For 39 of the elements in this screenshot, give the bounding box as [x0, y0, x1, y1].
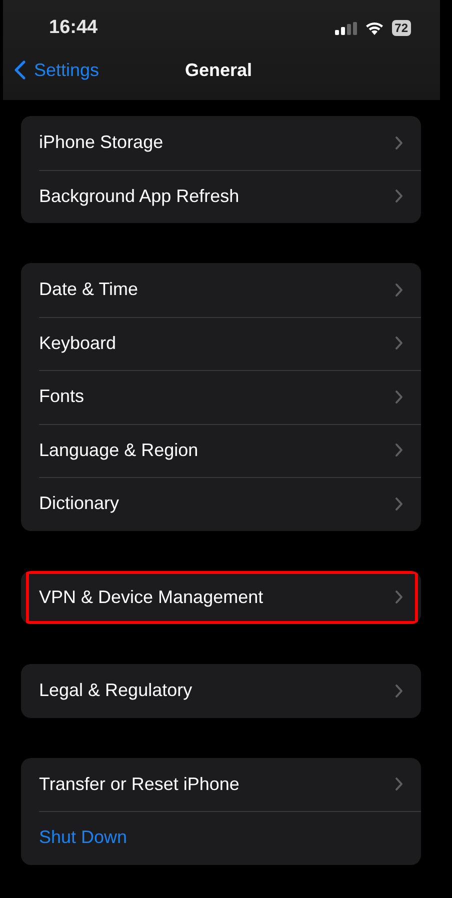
- back-button[interactable]: Settings: [3, 60, 100, 80]
- chevron-right-icon: [395, 443, 403, 458]
- signal-icon: [334, 22, 357, 34]
- settings-row[interactable]: Fonts: [21, 370, 421, 424]
- page-title: General: [184, 60, 252, 80]
- settings-row[interactable]: Language & Region: [21, 424, 421, 477]
- settings-row[interactable]: iPhone Storage: [21, 116, 421, 170]
- chevron-right-icon: [395, 282, 403, 297]
- row-label: Language & Region: [39, 440, 198, 461]
- settings-row[interactable]: VPN & Device Management: [21, 570, 421, 624]
- row-label: VPN & Device Management: [39, 586, 264, 608]
- wifi-icon: [364, 21, 384, 35]
- settings-row[interactable]: Dictionary: [21, 477, 421, 530]
- settings-row[interactable]: Legal & Regulatory: [21, 664, 421, 718]
- row-label: Date & Time: [39, 279, 138, 300]
- settings-row[interactable]: Transfer or Reset iPhone: [21, 758, 421, 811]
- chevron-right-icon: [395, 684, 403, 698]
- chevron-right-icon: [395, 496, 403, 511]
- battery-indicator: 72: [392, 20, 411, 36]
- settings-row[interactable]: Shut Down: [21, 811, 421, 864]
- row-label: Background App Refresh: [39, 186, 240, 207]
- row-label: Keyboard: [39, 332, 116, 354]
- chevron-right-icon: [395, 777, 403, 792]
- chevron-right-icon: [395, 336, 403, 350]
- settings-row[interactable]: Background App Refresh: [21, 170, 421, 223]
- row-label: Legal & Regulatory: [39, 680, 192, 702]
- settings-row[interactable]: Keyboard: [21, 316, 421, 370]
- chevron-right-icon: [395, 136, 403, 150]
- status-time: 16:44: [49, 17, 98, 39]
- row-label: iPhone Storage: [39, 132, 164, 154]
- chevron-left-icon: [14, 60, 26, 80]
- chevron-right-icon: [395, 390, 403, 404]
- settings-row[interactable]: Date & Time: [21, 263, 421, 316]
- chevron-right-icon: [395, 189, 403, 204]
- chevron-right-icon: [395, 590, 403, 604]
- row-label: Dictionary: [39, 493, 120, 514]
- row-label: Transfer or Reset iPhone: [39, 774, 240, 795]
- row-action-label: Shut Down: [39, 827, 128, 848]
- row-label: Fonts: [39, 386, 84, 408]
